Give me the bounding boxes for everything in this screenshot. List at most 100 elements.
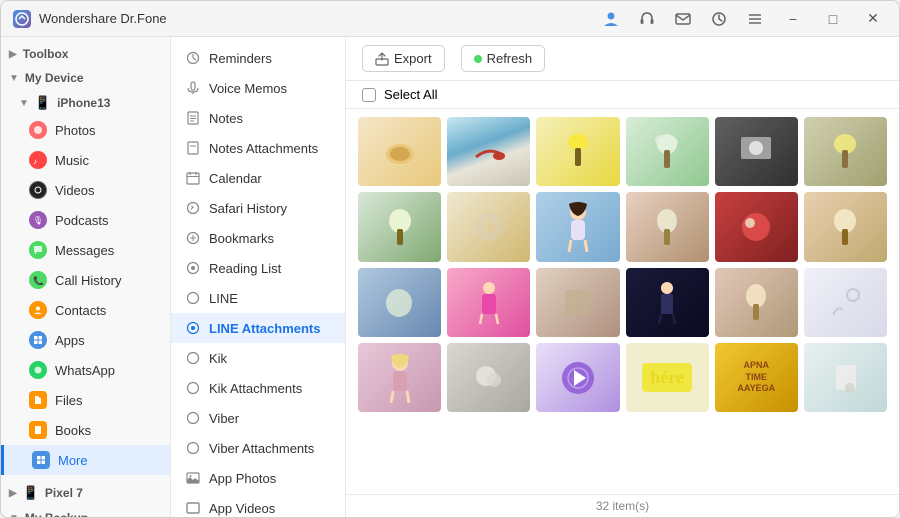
middle-item-app-photos[interactable]: App Photos [171,463,345,493]
minimize-button[interactable]: − [779,5,807,33]
svg-text:♪: ♪ [33,157,37,165]
select-all-checkbox[interactable] [362,88,376,102]
close-button[interactable]: ✕ [859,5,887,33]
middle-item-line[interactable]: LINE [171,283,345,313]
photo-cell[interactable] [715,192,798,261]
photo-grid: hére APNATIMEAAYEGA [346,109,899,494]
sidebar-item-toolbox[interactable]: ▶ Toolbox [1,41,170,65]
iphone13-label: iPhone13 [57,96,110,110]
middle-item-kik-attachments[interactable]: Kik Attachments [171,373,345,403]
my-backup-label: My Backup [25,511,88,517]
middle-item-viber-attachments[interactable]: Viber Attachments [171,433,345,463]
sidebar-item-more[interactable]: More [1,445,170,475]
middle-item-voice-memos[interactable]: Voice Memos [171,73,345,103]
music-icon: ♪ [29,151,47,169]
photo-cell[interactable] [536,192,619,261]
toolbox-arrow: ▶ [9,49,17,60]
middle-item-notes[interactable]: Notes [171,103,345,133]
refresh-label: Refresh [487,51,533,66]
photo-cell[interactable] [715,117,798,186]
apps-label: Apps [55,333,85,348]
sidebar-item-messages[interactable]: Messages [1,235,170,265]
sidebar-item-books[interactable]: Books [1,415,170,445]
middle-item-reminders[interactable]: Reminders [171,43,345,73]
grid-row-3 [358,268,887,337]
photo-cell[interactable] [804,192,887,261]
middle-item-line-attachments[interactable]: LINE Attachments [171,313,345,343]
maximize-button[interactable]: □ [819,5,847,33]
notes-attachments-icon [185,140,201,156]
middle-item-notes-attachments[interactable]: Notes Attachments [171,133,345,163]
photo-cell[interactable] [536,268,619,337]
photo-cell[interactable] [536,343,619,412]
refresh-button[interactable]: Refresh [461,45,546,72]
line-label: LINE [209,291,238,306]
photo-cell[interactable] [447,268,530,337]
middle-item-app-videos[interactable]: App Videos [171,493,345,517]
voice-memos-label: Voice Memos [209,81,287,96]
my-device-label: My Device [25,71,84,85]
middle-item-calendar[interactable]: Calendar [171,163,345,193]
sidebar-item-photos[interactable]: Photos [1,115,170,145]
sidebar-item-videos[interactable]: Videos [1,175,170,205]
export-button[interactable]: Export [362,45,445,72]
sidebar-item-call-history[interactable]: 📞 Call History [1,265,170,295]
sidebar-my-backup-section[interactable]: ▼ My Backup [1,505,170,517]
sidebar-iphone13-section[interactable]: ▼ 📱 iPhone13 [1,89,170,115]
photo-cell[interactable] [626,192,709,261]
sidebar-item-my-device[interactable]: ▼ My Device [1,65,170,89]
menu-icon[interactable] [743,7,767,31]
more-label: More [58,453,88,468]
photo-cell[interactable] [804,343,887,412]
history-icon[interactable] [707,7,731,31]
middle-item-bookmarks[interactable]: Bookmarks [171,223,345,253]
kik-label: Kik [209,351,227,366]
middle-item-reading-list[interactable]: Reading List [171,253,345,283]
photos-icon [29,121,47,139]
photo-cell[interactable] [626,117,709,186]
sidebar-item-whatsapp[interactable]: WhatsApp [1,355,170,385]
call-history-icon: 📞 [29,271,47,289]
titlebar: Wondershare Dr.Fone − □ ✕ [1,1,899,37]
podcasts-icon: 🎙 [29,211,47,229]
photo-cell[interactable] [358,192,441,261]
grid-row-1 [358,117,887,186]
photo-cell[interactable] [447,117,530,186]
photo-cell[interactable] [358,343,441,412]
sidebar-item-files[interactable]: Files [1,385,170,415]
sidebar-item-apps[interactable]: Apps [1,325,170,355]
notes-attachments-label: Notes Attachments [209,141,318,156]
apps-icon [29,331,47,349]
mail-icon[interactable] [671,7,695,31]
photo-cell[interactable] [804,117,887,186]
photo-cell[interactable] [626,268,709,337]
middle-item-viber[interactable]: Viber [171,403,345,433]
photo-cell[interactable] [358,268,441,337]
sidebar-pixel7-section[interactable]: ▶ 📱 Pixel 7 [1,479,170,505]
profile-icon[interactable] [599,7,623,31]
app-videos-icon [185,500,201,516]
photo-cell[interactable] [447,192,530,261]
sidebar-item-contacts[interactable]: Contacts [1,295,170,325]
sidebar-item-podcasts[interactable]: 🎙 Podcasts [1,205,170,235]
photo-cell[interactable] [536,117,619,186]
export-label: Export [394,51,432,66]
middle-item-kik[interactable]: Kik [171,343,345,373]
headset-icon[interactable] [635,7,659,31]
reminders-label: Reminders [209,51,272,66]
sidebar-item-music[interactable]: ♪ Music [1,145,170,175]
middle-item-safari-history[interactable]: Safari History [171,193,345,223]
photo-cell[interactable] [804,268,887,337]
books-icon [29,421,47,439]
whatsapp-label: WhatsApp [55,363,115,378]
my-device-arrow: ▼ [9,73,19,84]
refresh-dot [474,55,482,63]
photo-cell[interactable]: APNATIMEAAYEGA [715,343,798,412]
photo-cell[interactable]: hére [626,343,709,412]
photo-cell[interactable] [358,117,441,186]
photo-cell[interactable] [447,343,530,412]
pixel7-icon: 📱 [23,485,39,501]
photo-cell[interactable] [715,268,798,337]
middle-panel: Reminders Voice Memos Notes Notes Attach… [171,37,346,517]
titlebar-left: Wondershare Dr.Fone [13,10,167,28]
